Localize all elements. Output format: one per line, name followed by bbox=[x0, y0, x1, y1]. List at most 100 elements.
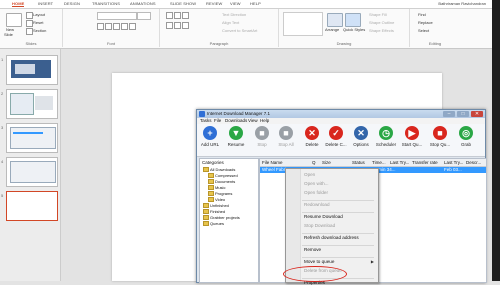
text-direction-button[interactable]: Text Direction bbox=[222, 12, 246, 17]
col-status[interactable]: Status bbox=[352, 160, 365, 165]
toolbar-button-grabber[interactable]: ◎ Grab bbox=[455, 126, 477, 154]
toolbar-button-label: Options bbox=[353, 142, 369, 147]
tab-review[interactable]: REVIEW bbox=[206, 1, 222, 6]
new-slide-sublabel[interactable]: Slide bbox=[4, 32, 13, 37]
quick-styles-icon[interactable] bbox=[345, 13, 361, 27]
toolbar-button-add-url[interactable]: + Add URL bbox=[199, 126, 221, 154]
col-last-try[interactable]: Last Try... bbox=[390, 160, 409, 165]
menu-tasks[interactable]: Tasks bbox=[200, 118, 212, 123]
col-file-name[interactable]: File Name bbox=[262, 160, 283, 165]
toolbar-button-stop-queue[interactable]: ■ Stop Qu... bbox=[429, 126, 451, 154]
toolbar-button-stop[interactable]: ■ Stop bbox=[251, 126, 273, 154]
strikethrough-icon[interactable] bbox=[121, 23, 128, 30]
section-button[interactable]: Section bbox=[33, 28, 46, 33]
context-menu-item-open-with[interactable]: Open with... bbox=[304, 181, 374, 186]
font-color-icon[interactable] bbox=[129, 23, 136, 30]
layout-button[interactable]: Layout bbox=[33, 12, 45, 17]
toolbar-button-start-queue[interactable]: ▶ Start Qu... bbox=[401, 126, 423, 154]
font-name-field[interactable] bbox=[97, 12, 137, 20]
underline-icon[interactable] bbox=[113, 23, 120, 30]
menu-file[interactable]: File bbox=[214, 118, 221, 123]
slide-thumbnail[interactable] bbox=[6, 55, 58, 85]
menu-separator bbox=[302, 257, 374, 258]
toolbar-button-delete[interactable]: ✕ Delete bbox=[301, 126, 323, 154]
col-last-try-date[interactable]: Last Try... bbox=[444, 160, 463, 165]
context-menu-item-remove[interactable]: Remove bbox=[304, 247, 374, 252]
slide-thumbnail[interactable] bbox=[6, 89, 58, 119]
context-menu-item-refresh-download-address[interactable]: Refresh download address bbox=[304, 235, 374, 240]
category-item[interactable]: Grabber projects bbox=[203, 215, 240, 221]
tab-slide-show[interactable]: SLIDE SHOW bbox=[170, 1, 196, 6]
slide-thumbnail[interactable] bbox=[6, 123, 58, 153]
bold-icon[interactable] bbox=[97, 23, 104, 30]
numbering-icon[interactable] bbox=[174, 12, 181, 19]
context-menu-item-open[interactable]: Open bbox=[304, 172, 374, 177]
tab-view[interactable]: VIEW bbox=[230, 1, 241, 6]
align-left-icon[interactable] bbox=[166, 22, 173, 29]
category-item[interactable]: Music bbox=[208, 185, 225, 191]
align-right-icon[interactable] bbox=[182, 22, 189, 29]
toolbar-button-scheduler[interactable]: ◷ Scheduler bbox=[375, 126, 397, 154]
font-size-field[interactable] bbox=[137, 12, 151, 20]
tab-transitions[interactable]: TRANSITIONS bbox=[92, 1, 120, 6]
category-item[interactable]: Unfinished bbox=[203, 203, 229, 209]
italic-icon[interactable] bbox=[105, 23, 112, 30]
indent-icon[interactable] bbox=[182, 12, 189, 19]
arrange-icon[interactable] bbox=[327, 13, 343, 27]
close-icon[interactable]: ✕ bbox=[471, 111, 483, 117]
tab-home[interactable]: HOME bbox=[12, 1, 25, 7]
category-item[interactable]: Documents bbox=[208, 179, 235, 185]
toolbar-button-stop-all[interactable]: ■ Stop All bbox=[275, 126, 297, 154]
shape-outline-button[interactable]: Shape Outline bbox=[369, 20, 394, 25]
shape-effects-button[interactable]: Shape Effects bbox=[369, 28, 394, 33]
category-item[interactable]: Programs bbox=[208, 191, 232, 197]
convert-smartart-button[interactable]: Convert to SmartArt bbox=[222, 28, 257, 33]
arrange-button[interactable]: Arrange bbox=[325, 27, 339, 32]
quick-styles-button[interactable]: Quick Styles bbox=[343, 27, 365, 32]
toolbar-button-options[interactable]: ✕ Options bbox=[350, 126, 372, 154]
tab-insert[interactable]: INSERT bbox=[38, 1, 53, 6]
menu-help[interactable]: Help bbox=[260, 118, 269, 123]
reset-button[interactable]: Reset bbox=[33, 20, 43, 25]
menu-downloads[interactable]: Downloads bbox=[225, 118, 247, 123]
idm-title-bar[interactable]: Internet Download Manager 7.1 – □ ✕ bbox=[197, 110, 485, 118]
tab-animations[interactable]: ANIMATIONS bbox=[130, 1, 156, 6]
col-q[interactable]: Q bbox=[312, 160, 316, 165]
editing-group: Find Replace Select Editing bbox=[410, 9, 460, 47]
slide-thumbnail-selected[interactable] bbox=[6, 191, 58, 221]
align-text-button[interactable]: Align Text bbox=[222, 20, 239, 25]
maximize-icon[interactable]: □ bbox=[457, 111, 469, 117]
tab-design[interactable]: DESIGN bbox=[64, 1, 80, 6]
minimize-icon[interactable]: – bbox=[443, 111, 455, 117]
account-name[interactable]: Bathriraman Ravichandran bbox=[438, 1, 486, 6]
shapes-gallery[interactable] bbox=[283, 12, 323, 36]
col-description[interactable]: Descr... bbox=[466, 160, 481, 165]
category-item[interactable]: Compressed bbox=[208, 173, 238, 179]
context-menu-item-open-folder[interactable]: Open folder bbox=[304, 190, 374, 195]
slide-thumbnail[interactable] bbox=[6, 157, 58, 187]
col-transfer-rate[interactable]: Transfer rate bbox=[412, 160, 438, 165]
toolbar-button-resume[interactable]: ▼ Resume bbox=[225, 126, 247, 154]
category-item[interactable]: Video bbox=[208, 197, 225, 203]
replace-button[interactable]: Replace bbox=[418, 20, 433, 25]
context-menu-item-resume-download[interactable]: Resume Download bbox=[304, 214, 374, 219]
select-button[interactable]: Select bbox=[418, 28, 429, 33]
context-menu-item-redownload[interactable]: Redownload bbox=[304, 202, 374, 207]
category-item[interactable]: Finished bbox=[203, 209, 225, 215]
font-group-label: Font bbox=[106, 41, 115, 46]
new-slide-icon[interactable] bbox=[6, 13, 22, 27]
paragraph-group-label: Paragraph bbox=[209, 41, 229, 46]
shape-fill-button[interactable]: Shape Fill bbox=[369, 12, 387, 17]
align-center-icon[interactable] bbox=[174, 22, 181, 29]
tab-help[interactable]: HELP bbox=[250, 1, 261, 6]
category-item[interactable]: Queues bbox=[203, 221, 224, 227]
context-menu-item-move-to-queue[interactable]: Move to queue bbox=[304, 259, 374, 264]
col-size[interactable]: Size bbox=[322, 160, 331, 165]
context-menu-item-stop-download[interactable]: Stop Download bbox=[304, 223, 374, 228]
bullets-icon[interactable] bbox=[166, 12, 173, 19]
category-item[interactable]: All Downloads bbox=[203, 167, 235, 173]
toolbar-button-delete-completed[interactable]: ✓ Delete C... bbox=[325, 126, 347, 154]
menu-view[interactable]: View bbox=[248, 118, 258, 123]
find-button[interactable]: Find bbox=[418, 12, 426, 17]
col-time-left[interactable]: Time... bbox=[372, 160, 386, 165]
